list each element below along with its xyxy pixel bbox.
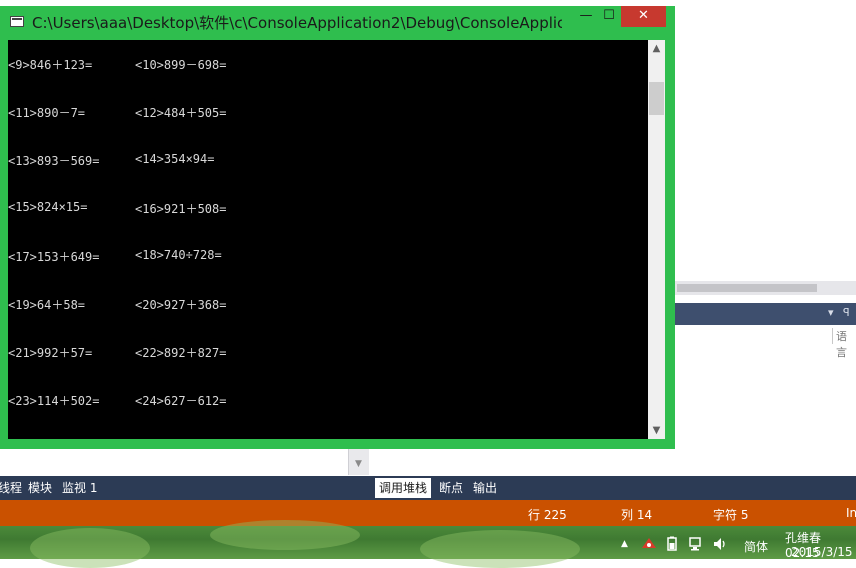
console-text: <15>824×15= (8, 200, 88, 214)
close-button[interactable]: ✕ (621, 6, 666, 27)
console-line: <15>824×15= <16>921＋508= (8, 200, 226, 216)
scroll-down-button[interactable]: ▼ (648, 422, 665, 439)
ime-indicator[interactable]: 简体 (744, 538, 768, 555)
console-line: <17>153＋649= <18>740÷728= (8, 248, 222, 264)
taskbar: ▲ 简体 孔维春 02:15 2015/3/15 (0, 520, 856, 568)
console-text: <19>64＋58= (8, 298, 86, 312)
tab-modules[interactable]: 模块 (24, 478, 56, 498)
network-icon[interactable] (688, 536, 704, 555)
console-output[interactable]: <9>846＋123= <10>899－698= <11>890－7= <12>48… (8, 40, 648, 439)
console-text: <12>484＋505= (135, 106, 227, 120)
console-text: <23>114＋502= (8, 394, 100, 408)
wallpaper-leaf (30, 528, 150, 568)
console-text: <18>740÷728= (135, 248, 222, 262)
console-text: <17>153＋649= (8, 250, 100, 264)
panel-header: ▾ ꟼ (675, 303, 856, 325)
console-text: <11>890－7= (8, 106, 86, 120)
console-text: <13>893－569= (8, 154, 100, 168)
console-text: <9>846＋123= (8, 58, 93, 72)
horizontal-scrollbar[interactable] (675, 281, 856, 295)
console-text: <10>899－698= (135, 58, 227, 72)
console-line: <19>64＋58= <20>927＋368= (8, 296, 226, 312)
console-app-icon[interactable] (10, 16, 24, 27)
tool-window-tabs: 线程 模块 监视 1 调用堆栈 断点 输出 (0, 476, 856, 500)
status-row: 行 225 (528, 508, 567, 522)
wallpaper-leaf (420, 530, 580, 568)
console-line: <23>114＋502= <24>627－612= (8, 392, 226, 408)
wallpaper-leaf (210, 520, 360, 550)
console-text: <16>921＋508= (135, 202, 227, 216)
clock-date[interactable]: 2015/3/15 (791, 545, 853, 559)
title-bar[interactable]: C:\Users\aaa\Desktop\软件\c\ConsoleApplica… (0, 6, 675, 38)
language-column-header: 语言 (832, 328, 856, 359)
app-tray-icon[interactable] (640, 536, 658, 555)
show-hidden-icons-icon[interactable]: ▲ (621, 539, 628, 549)
lower-panel: ▼ (0, 449, 372, 476)
maximize-button[interactable]: ☐ (598, 6, 620, 27)
console-line: <9>846＋123= <10>899－698= (8, 56, 226, 72)
dropdown-button[interactable]: ▼ (348, 449, 369, 475)
status-column: 列 14 (621, 508, 653, 522)
tab-call-stack[interactable]: 调用堆栈 (375, 478, 432, 498)
tab-output[interactable]: 输出 (469, 478, 501, 498)
window-title: C:\Users\aaa\Desktop\软件\c\ConsoleApplica… (32, 14, 562, 32)
console-text: <20>927＋368= (135, 298, 227, 312)
console-line: <11>890－7= <12>484＋505= (8, 104, 226, 120)
tab-watch-1[interactable]: 监视 1 (58, 478, 101, 498)
console-text: <21>992＋57= (8, 346, 93, 360)
minimize-button[interactable]: — (575, 6, 597, 27)
pin-icon[interactable]: ꟼ (843, 306, 850, 319)
console-line: <13>893－569= <14>354×94= (8, 152, 214, 168)
chevron-down-icon: ▼ (355, 459, 362, 469)
tab-threads[interactable]: 线程 (0, 478, 26, 498)
console-text: <24>627－612= (135, 394, 227, 408)
scrollbar-thumb[interactable] (649, 82, 664, 115)
console-window: C:\Users\aaa\Desktop\软件\c\ConsoleApplica… (0, 6, 675, 449)
scrollbar-thumb[interactable] (677, 284, 817, 292)
volume-icon[interactable] (712, 536, 728, 555)
panel-dropdown-icon[interactable]: ▾ (828, 306, 834, 319)
tab-breakpoints[interactable]: 断点 (435, 478, 467, 498)
console-line: <21>992＋57= <22>892＋827= (8, 344, 226, 360)
status-char: 字符 5 (713, 508, 749, 522)
status-mode: In (846, 506, 856, 520)
scroll-up-button[interactable]: ▲ (648, 40, 665, 57)
console-text: <22>892＋827= (135, 346, 227, 360)
battery-icon[interactable] (664, 536, 680, 555)
vertical-scrollbar[interactable]: ▲ ▼ (648, 40, 665, 439)
status-bar: 行 225 列 14 字符 5 In (0, 500, 856, 526)
console-text: <14>354×94= (135, 152, 215, 166)
